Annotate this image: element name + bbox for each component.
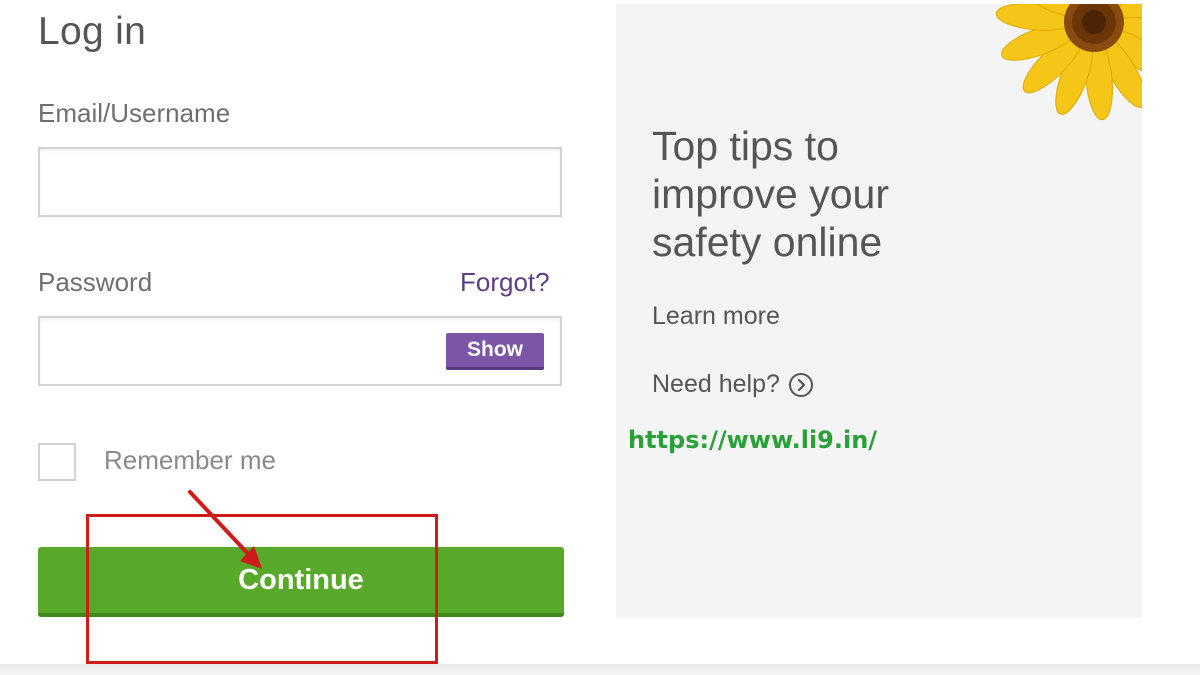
need-help-link[interactable]: Need help? — [652, 370, 814, 399]
need-help-label: Need help? — [652, 370, 780, 398]
email-input[interactable] — [38, 147, 562, 217]
remember-me-label: Remember me — [104, 445, 276, 475]
sunflower-image — [995, 4, 1142, 121]
watermark-url: https://www.li9.in/ — [628, 426, 878, 454]
login-page: Log in Email/Username Password Forgot? S… — [0, 0, 1200, 675]
learn-more-link[interactable]: Learn more — [652, 302, 780, 331]
email-label: Email/Username — [38, 98, 231, 128]
page-title: Log in — [38, 10, 147, 53]
remember-me-checkbox[interactable] — [38, 443, 76, 481]
password-label: Password — [38, 267, 153, 297]
continue-button[interactable]: Continue — [38, 547, 564, 617]
bottom-divider — [0, 664, 1200, 675]
forgot-password-link[interactable]: Forgot? — [460, 267, 550, 298]
chevron-right-circle-icon — [788, 372, 813, 397]
show-password-button[interactable]: Show — [446, 333, 544, 370]
promo-panel: Top tips to improve your safety online L… — [616, 4, 1142, 618]
promo-headline: Top tips to improve your safety online — [652, 123, 889, 265]
